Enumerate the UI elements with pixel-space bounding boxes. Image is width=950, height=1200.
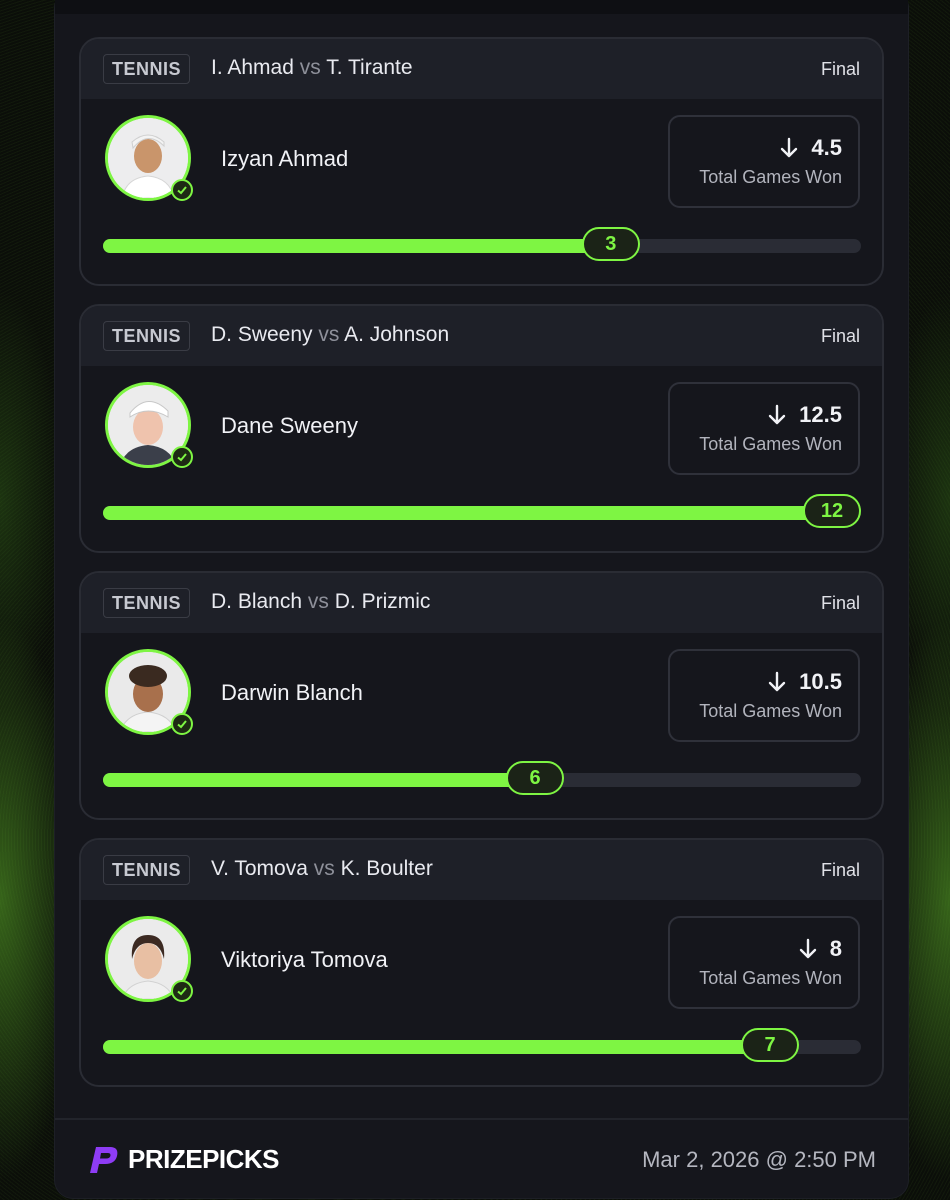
footer-divider xyxy=(55,1118,908,1120)
pick-card[interactable]: TENNIS I. Ahmad vs T. Tirante Final Izya… xyxy=(79,37,884,286)
line-value: 4.5 xyxy=(779,135,842,161)
progress-fill xyxy=(103,773,536,787)
line-box: 10.5 Total Games Won xyxy=(668,649,860,742)
avatar xyxy=(105,382,193,468)
arrow-down-icon xyxy=(768,404,786,425)
arrow-down-icon xyxy=(799,938,816,959)
matchup: V. Tomova vs K. Boulter xyxy=(211,857,433,881)
player2-name: A. Johnson xyxy=(344,323,450,346)
player-name: Dane Sweeny xyxy=(221,413,358,438)
sport-tag: TENNIS xyxy=(103,588,191,618)
matchup: D. Blanch vs D. Prizmic xyxy=(211,590,430,614)
game-status: Final xyxy=(820,59,860,79)
avatar xyxy=(105,649,193,735)
line-number: 12.5 xyxy=(799,402,842,427)
sport-tag: TENNIS xyxy=(103,321,191,351)
progress-fill xyxy=(103,1040,771,1054)
pick-card[interactable]: TENNIS D. Sweeny vs A. Johnson Final Dan… xyxy=(79,304,884,553)
arrow-down-icon xyxy=(781,137,798,158)
player-name: Darwin Blanch xyxy=(221,680,363,705)
card-header: TENNIS D. Sweeny vs A. Johnson Final xyxy=(81,306,882,366)
line-number: 8 xyxy=(829,936,842,961)
result-pill: 3 xyxy=(581,227,640,261)
vs-label: vs xyxy=(307,590,329,613)
check-icon xyxy=(171,446,193,468)
line-value: 8 xyxy=(798,936,842,962)
matchup: D. Sweeny vs A. Johnson xyxy=(211,323,449,347)
line-number: 10.5 xyxy=(799,669,842,694)
timestamp: Mar 2, 2026 @ 2:50 PM xyxy=(642,1147,876,1172)
card-header: TENNIS V. Tomova vs K. Boulter Final xyxy=(81,840,882,900)
player1-name: V. Tomova xyxy=(211,857,308,880)
line-box: 4.5 Total Games Won xyxy=(668,115,860,208)
check-icon xyxy=(171,179,193,201)
matchup: I. Ahmad vs T. Tirante xyxy=(211,56,413,80)
player-name: Izyan Ahmad xyxy=(221,146,349,171)
top-strip xyxy=(55,0,908,14)
arrow-down-icon xyxy=(768,671,786,692)
line-box: 12.5 Total Games Won xyxy=(668,382,860,475)
line-box: 8 Total Games Won xyxy=(668,916,860,1009)
vs-label: vs xyxy=(299,56,321,79)
player1-name: I. Ahmad xyxy=(211,56,294,79)
player-name: Viktoriya Tomova xyxy=(221,947,388,972)
avatar xyxy=(105,115,193,201)
stat-label: Total Games Won xyxy=(699,968,842,988)
progress-track: 3 xyxy=(103,227,861,261)
player2-name: K. Boulter xyxy=(340,857,433,880)
card-header: TENNIS D. Blanch vs D. Prizmic Final xyxy=(81,573,882,633)
player2-name: D. Prizmic xyxy=(334,590,431,613)
game-status: Final xyxy=(820,593,860,613)
progress-fill xyxy=(103,506,832,520)
player1-name: D. Blanch xyxy=(211,590,303,613)
result-pill: 7 xyxy=(741,1028,800,1062)
brand-logo[interactable]: PRIZEPICKS xyxy=(86,1144,280,1175)
line-value: 12.5 xyxy=(767,402,842,428)
line-number: 4.5 xyxy=(811,135,842,160)
vs-label: vs xyxy=(318,323,340,346)
brand-name: PRIZEPICKS xyxy=(128,1144,280,1174)
line-value: 10.5 xyxy=(767,669,842,695)
pick-card[interactable]: TENNIS V. Tomova vs K. Boulter Final Vik… xyxy=(79,838,884,1087)
stat-label: Total Games Won xyxy=(699,167,842,187)
progress-fill xyxy=(103,239,611,253)
result-pill: 12 xyxy=(803,494,861,528)
prizepicks-logo-icon xyxy=(90,1146,118,1173)
check-icon xyxy=(171,980,193,1002)
card-header: TENNIS I. Ahmad vs T. Tirante Final xyxy=(81,39,882,99)
stat-label: Total Games Won xyxy=(699,434,842,454)
stat-label: Total Games Won xyxy=(699,701,842,721)
result-pill: 6 xyxy=(506,761,565,795)
progress-track: 12 xyxy=(103,494,861,528)
player2-name: T. Tirante xyxy=(326,56,413,79)
player1-name: D. Sweeny xyxy=(211,323,313,346)
avatar xyxy=(105,916,193,1002)
progress-track: 6 xyxy=(103,761,861,795)
vs-label: vs xyxy=(313,857,335,880)
check-icon xyxy=(171,713,193,735)
progress-track: 7 xyxy=(103,1028,861,1062)
sport-tag: TENNIS xyxy=(103,855,191,885)
pick-card[interactable]: TENNIS D. Blanch vs D. Prizmic Final Dar… xyxy=(79,571,884,820)
game-status: Final xyxy=(820,860,860,880)
sport-tag: TENNIS xyxy=(103,54,191,84)
game-status: Final xyxy=(820,326,860,346)
